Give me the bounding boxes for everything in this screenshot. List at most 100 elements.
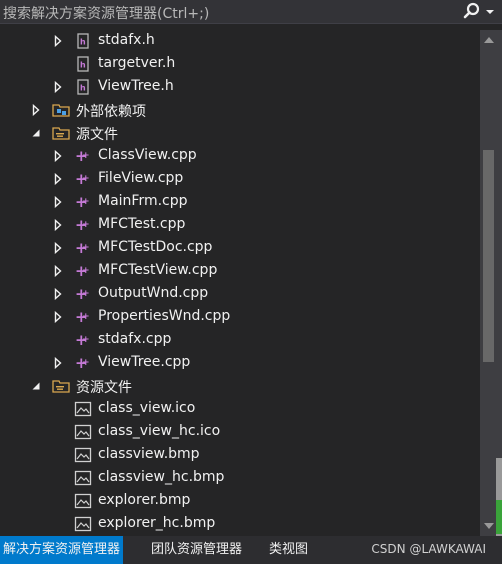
tree-item[interactable]: + + MFCTestView.cpp: [0, 260, 480, 283]
search-icon[interactable]: [458, 0, 502, 24]
tree-item-label: targetver.h: [98, 55, 176, 71]
chevron-right-icon[interactable]: [52, 196, 64, 208]
search-input[interactable]: 搜索解决方案资源管理器(Ctrl+;): [3, 3, 209, 23]
tree-item-label: stdafx.h: [98, 32, 155, 48]
tree-item-label: explorer.bmp: [98, 492, 191, 508]
tree-item[interactable]: + + PropertiesWnd.cpp: [0, 306, 480, 329]
expanded-arrow-icon[interactable]: [30, 380, 42, 392]
tree-item-label: 资源文件: [76, 380, 132, 396]
chevron-right-icon[interactable]: [52, 357, 64, 369]
image-file-icon: [74, 516, 92, 532]
scroll-up-icon[interactable]: [483, 34, 495, 46]
chevron-right-icon[interactable]: [52, 311, 64, 323]
tab-solution-explorer[interactable]: 解决方案资源管理器: [0, 536, 124, 564]
solution-tree[interactable]: h stdafx.h h targetver.h h ViewTree.h 外部依赖项源文件…: [0, 30, 480, 536]
cpp-file-icon: ++: [75, 239, 90, 257]
tree-item[interactable]: + + MainFrm.cpp: [0, 191, 480, 214]
tree-item[interactable]: 源文件: [0, 122, 480, 145]
search-bar[interactable]: 搜索解决方案资源管理器(Ctrl+;): [0, 0, 502, 24]
filter-folder-icon: [52, 127, 70, 140]
cpp-file-icon: ++: [75, 170, 90, 188]
svg-text:+: +: [82, 151, 90, 161]
tree-item-label: class_view.ico: [98, 400, 196, 416]
tree-item[interactable]: + + OutputWnd.cpp: [0, 283, 480, 306]
cpp-file-icon: ++: [75, 193, 90, 211]
filter-folder-icon: [52, 380, 70, 393]
cpp-file-icon: ++: [75, 285, 90, 303]
tab-team-explorer[interactable]: 团队资源管理器: [148, 536, 245, 564]
tab-class-view[interactable]: 类视图: [266, 536, 311, 564]
chevron-right-icon[interactable]: [52, 81, 64, 93]
image-file-icon: [74, 424, 92, 440]
svg-text:+: +: [82, 266, 90, 276]
tree-item-label: MainFrm.cpp: [98, 193, 188, 209]
chevron-right-icon[interactable]: [52, 219, 64, 231]
tree-item-label: OutputWnd.cpp: [98, 285, 209, 301]
tree-item-label: ViewTree.cpp: [98, 354, 191, 370]
image-file-icon: [74, 401, 92, 417]
cpp-file-icon: ++: [75, 354, 90, 372]
svg-text:h: h: [80, 38, 86, 47]
svg-text:+: +: [82, 174, 90, 184]
tree-item[interactable]: class_view_hc.ico: [0, 421, 480, 444]
cpp-file-icon: ++: [75, 262, 90, 280]
tree-item-label: ClassView.cpp: [98, 147, 197, 163]
tree-item[interactable]: + + stdafx.cpp: [0, 329, 480, 352]
tree-item[interactable]: classview_hc.bmp: [0, 467, 480, 490]
image-file-icon: [74, 447, 92, 463]
tree-item-label: class_view_hc.ico: [98, 423, 221, 439]
tree-item[interactable]: + + MFCTestDoc.cpp: [0, 237, 480, 260]
tree-item-label: explorer_hc.bmp: [98, 515, 216, 531]
image-file-icon: [74, 493, 92, 509]
svg-text:+: +: [82, 335, 90, 345]
expanded-arrow-icon[interactable]: [30, 127, 42, 139]
tree-item-label: MFCTest.cpp: [98, 216, 186, 232]
tree-item-label: ViewTree.h: [98, 78, 174, 94]
tree-item[interactable]: explorer.bmp: [0, 490, 480, 513]
cpp-file-icon: ++: [75, 308, 90, 326]
scroll-map-marker: [496, 500, 502, 534]
tree-item-label: 外部依赖项: [76, 104, 146, 120]
svg-text:h: h: [80, 61, 86, 70]
tree-item[interactable]: + + ClassView.cpp: [0, 145, 480, 168]
svg-text:+: +: [82, 312, 90, 322]
chevron-right-icon[interactable]: [52, 150, 64, 162]
tree-item[interactable]: classview.bmp: [0, 444, 480, 467]
svg-text:+: +: [82, 289, 90, 299]
tree-item-label: 源文件: [76, 127, 118, 143]
header-file-icon: h: [77, 79, 89, 95]
tree-item[interactable]: class_view.ico: [0, 398, 480, 421]
chevron-right-icon[interactable]: [30, 104, 42, 116]
tree-item[interactable]: h ViewTree.h: [0, 76, 480, 99]
tree-item-label: classview_hc.bmp: [98, 469, 225, 485]
chevron-right-icon[interactable]: [52, 242, 64, 254]
external-dependencies-icon: [52, 104, 70, 117]
cpp-file-icon: ++: [75, 331, 90, 349]
header-file-icon: h: [77, 56, 89, 72]
scrollbar-thumb[interactable]: [483, 150, 494, 362]
tree-item[interactable]: explorer_hc.bmp: [0, 513, 480, 536]
svg-text:+: +: [82, 243, 90, 253]
vertical-scrollbar[interactable]: [480, 30, 502, 536]
tree-item[interactable]: 外部依赖项: [0, 99, 480, 122]
tree-item[interactable]: 资源文件: [0, 375, 480, 398]
tree-item[interactable]: h stdafx.h: [0, 30, 480, 53]
tree-item[interactable]: + + MFCTest.cpp: [0, 214, 480, 237]
chevron-right-icon[interactable]: [52, 265, 64, 277]
tree-item-label: FileView.cpp: [98, 170, 184, 186]
tree-item[interactable]: + + ViewTree.cpp: [0, 352, 480, 375]
chevron-right-icon[interactable]: [52, 35, 64, 47]
chevron-right-icon[interactable]: [52, 173, 64, 185]
svg-text:+: +: [82, 197, 90, 207]
chevron-right-icon[interactable]: [52, 288, 64, 300]
tree-item[interactable]: + + FileView.cpp: [0, 168, 480, 191]
svg-text:+: +: [82, 358, 90, 368]
tree-item-label: PropertiesWnd.cpp: [98, 308, 231, 324]
cpp-file-icon: ++: [75, 216, 90, 234]
tree-item[interactable]: h targetver.h: [0, 53, 480, 76]
tree-item-label: MFCTestDoc.cpp: [98, 239, 213, 255]
header-file-icon: h: [77, 33, 89, 49]
scroll-down-icon[interactable]: [483, 520, 495, 532]
tree-item-label: MFCTestView.cpp: [98, 262, 218, 278]
bottom-tab-bar: 解决方案资源管理器 团队资源管理器 类视图 CSDN @LAWKAWAI: [0, 536, 502, 564]
